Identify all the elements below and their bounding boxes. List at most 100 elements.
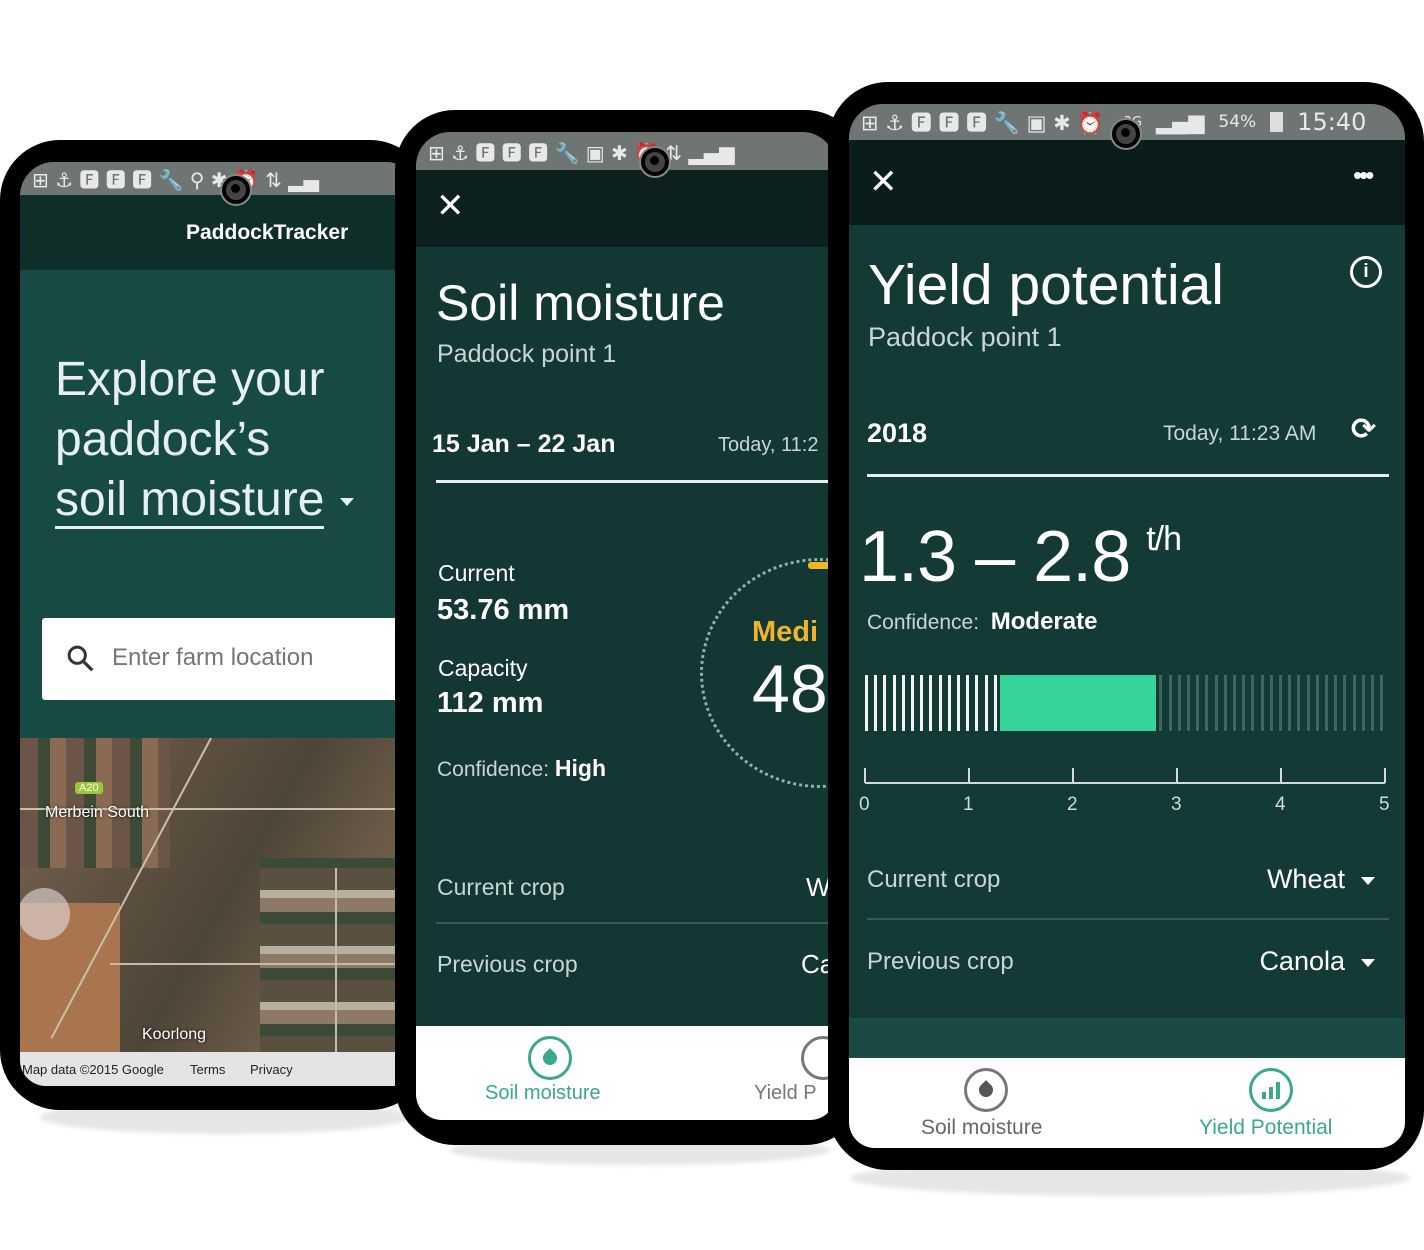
road-badge: A20: [75, 782, 103, 794]
bar-stripe: [1260, 675, 1264, 731]
divider: [436, 922, 836, 924]
map-privacy-link[interactable]: Privacy: [250, 1062, 293, 1077]
bar-stripe: [920, 675, 924, 731]
axis-tick-label: 5: [1379, 794, 1390, 815]
current-label: Current: [438, 560, 515, 586]
bar-stripe: [1380, 675, 1384, 731]
status-bar: ⊞ ⚓ 🅵 🅵 🅵 🔧 ⚲ ✱ ⏰ ⇅ ▂▄: [20, 162, 420, 195]
clock: 15:40: [1297, 108, 1367, 136]
map-attribution: Map data ©2015 Google: [22, 1062, 164, 1077]
info-icon[interactable]: i: [1350, 256, 1382, 288]
date-range[interactable]: 15 Jan – 22 Jan: [432, 430, 615, 459]
map-terms-link[interactable]: Terms: [190, 1062, 225, 1077]
capacity-label: Capacity: [438, 655, 528, 681]
gauge-value: 48: [752, 651, 828, 727]
axis-tick: [1072, 768, 1074, 783]
satellite-map[interactable]: A20 Merbein South Koorlong: [20, 737, 420, 1086]
page-title: Soil moisture: [436, 275, 725, 331]
date-underline: [436, 480, 836, 483]
bar-stripe: [929, 675, 933, 731]
phone-yield-potential: ⊞ ⚓ 🅵 🅵 🅵 🔧 ▣ ✱ ⏰ 3G ▂▄▆ 54% 15:40 ✕ •••…: [828, 82, 1424, 1170]
bar-stripe: [911, 675, 914, 731]
bar-stripe: [1334, 675, 1338, 731]
app-title: PaddockTracker: [186, 221, 349, 244]
nav-tab-soil-moisture[interactable]: Soil moisture: [476, 1026, 626, 1120]
page-title: Yield potential: [868, 253, 1224, 317]
bar-stripe: [938, 675, 942, 731]
updated-time: Today, 11:2: [718, 434, 819, 456]
status-bar: ⊞ ⚓ 🅵 🅵 🅵 🔧 ▣ ✱ ⏰ ⇅ ▂▄▆: [416, 132, 836, 170]
bar-stripe: [892, 675, 896, 731]
previous-crop-select[interactable]: Canola: [1259, 946, 1375, 977]
bar-stripe: [1343, 675, 1347, 731]
axis-tick-label: 3: [1171, 794, 1182, 815]
bar-stripe: [1196, 675, 1200, 731]
current-crop-select[interactable]: Wheat: [1267, 864, 1375, 895]
screen-header: ✕: [416, 170, 836, 247]
previous-crop-label: Previous crop: [437, 951, 578, 977]
bar-stripe: [1242, 675, 1246, 731]
axis-tick: [968, 768, 970, 783]
more-options-icon[interactable]: •••: [1353, 160, 1374, 191]
bottom-nav: Soil moisture Yield Potential: [849, 1058, 1405, 1148]
topic-dropdown[interactable]: soil moisture: [55, 470, 355, 530]
content-footer-band: [849, 1018, 1405, 1058]
bar-stripe: [1371, 675, 1374, 731]
divider: [867, 918, 1389, 920]
bar-stripe: [1315, 675, 1319, 731]
bar-stripe: [1352, 675, 1356, 731]
nav-tab-soil-moisture[interactable]: Soil moisture: [909, 1058, 1069, 1148]
refresh-icon[interactable]: ⟳: [1351, 412, 1376, 447]
signal-icon: ▂▄▆: [1155, 110, 1205, 134]
axis-tick-label: 2: [1067, 794, 1078, 815]
bar-stripe: [865, 675, 868, 731]
bar-stripe: [1269, 675, 1273, 731]
close-icon[interactable]: ✕: [869, 162, 898, 202]
bar-stripe: [1223, 675, 1227, 731]
app-header: PaddockTracker: [20, 195, 420, 270]
current-crop-select[interactable]: W: [806, 872, 831, 903]
bar-stripe: [1251, 675, 1255, 731]
headline: Explore your paddock’s soil moisture: [55, 350, 355, 530]
bar-stripe: [993, 675, 997, 731]
bar-stripe: [1177, 675, 1181, 731]
capacity-value: 112 mm: [437, 687, 544, 719]
axis-tick-label: 4: [1275, 794, 1286, 815]
bar-stripe: [947, 675, 951, 731]
map-more-button[interactable]: [20, 888, 70, 940]
bar-stripe: [1297, 675, 1301, 731]
nav-tab-yield-potential[interactable]: Yield P: [746, 1026, 836, 1120]
bar-stripe: [984, 675, 988, 731]
bar-stripe: [975, 675, 979, 731]
battery-level: 54%: [1218, 112, 1257, 132]
phone-soil-moisture: ⊞ ⚓ 🅵 🅵 🅵 🔧 ▣ ✱ ⏰ ⇅ ▂▄▆ ✕ Soil moisture …: [395, 110, 865, 1145]
bottom-nav: Soil moisture Yield P: [416, 1026, 836, 1120]
previous-crop-label: Previous crop: [867, 948, 1014, 975]
yield-range: 1.3 – 2.8 t/h: [859, 517, 1182, 597]
year-underline: [867, 474, 1389, 477]
screen-header: ✕ •••: [849, 140, 1405, 225]
confidence: Confidence: High: [437, 755, 607, 781]
camera-notch: [641, 148, 669, 176]
bar-stripe: [1214, 675, 1218, 731]
axis-tick: [1280, 768, 1282, 783]
farm-location-input[interactable]: [112, 638, 412, 678]
yield-range-fill: [1000, 675, 1157, 731]
confidence: Confidence: Moderate: [867, 608, 1098, 635]
phone-explore: ⊞ ⚓ 🅵 🅵 🅵 🔧 ⚲ ✱ ⏰ ⇅ ▂▄ PaddockTracker Ex…: [0, 140, 430, 1110]
close-icon[interactable]: ✕: [436, 186, 465, 226]
status-icons: ⊞ ⚓ 🅵 🅵 🅵 🔧 ▣ ✱ ⏰: [861, 111, 1104, 135]
gauge-level: Medi: [752, 616, 819, 648]
water-drop-icon: [528, 1036, 572, 1080]
search-box[interactable]: [42, 618, 420, 700]
bar-stripe: [1279, 675, 1282, 731]
bar-stripe: [1159, 675, 1163, 731]
bar-stripe: [957, 675, 960, 731]
bar-stripe: [883, 675, 887, 731]
axis-tick: [1384, 768, 1386, 783]
water-drop-icon: [964, 1068, 1008, 1112]
map-footer: Map data ©2015 Google Terms Privacy: [20, 1052, 420, 1086]
bar-stripe: [1288, 675, 1292, 731]
season-year[interactable]: 2018: [867, 418, 927, 449]
nav-tab-yield-potential[interactable]: Yield Potential: [1189, 1058, 1369, 1148]
